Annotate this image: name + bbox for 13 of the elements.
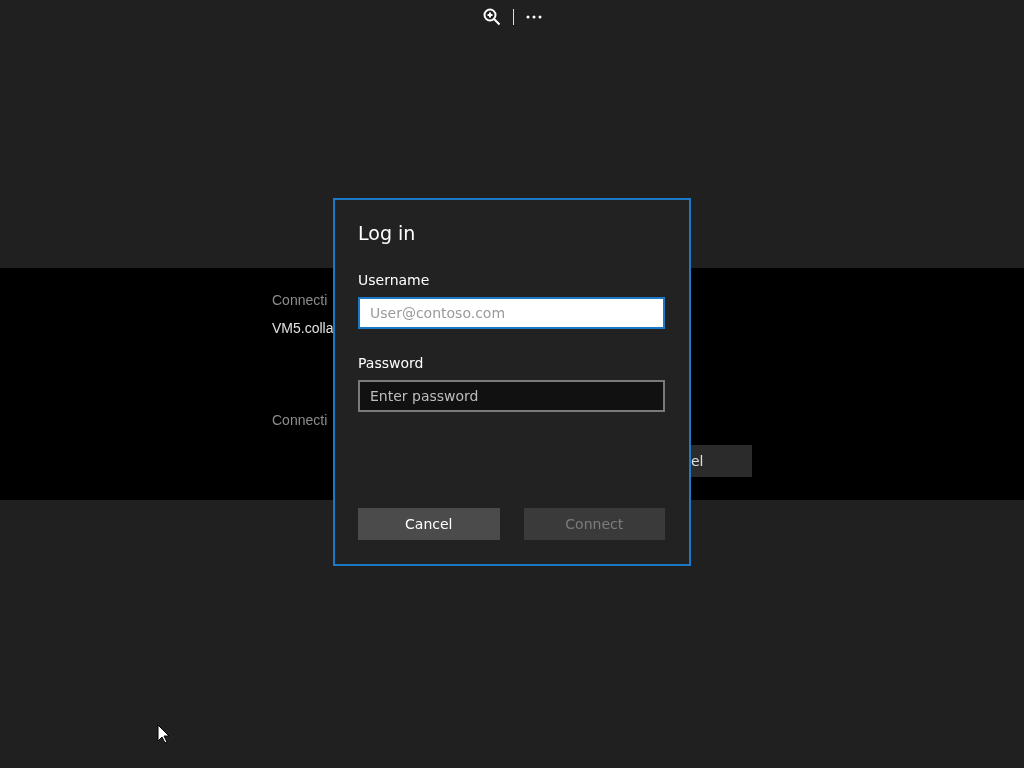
more-icon[interactable] <box>525 15 542 19</box>
cancel-button[interactable]: Cancel <box>358 508 500 540</box>
dialog-title: Log in <box>358 221 417 246</box>
panel-button[interactable]: el <box>691 445 752 477</box>
zoom-in-icon[interactable] <box>482 8 501 26</box>
status-label: Connecti <box>272 411 328 429</box>
status-label: Connecti <box>272 291 328 309</box>
pointer-icon <box>157 724 170 744</box>
input-field[interactable]: User@contoso.com <box>358 297 665 329</box>
field-label: Password <box>358 354 425 372</box>
input-field[interactable]: Enter password <box>358 380 665 412</box>
field-label: Username <box>358 271 431 289</box>
server-name: VM5.colla <box>272 319 334 337</box>
